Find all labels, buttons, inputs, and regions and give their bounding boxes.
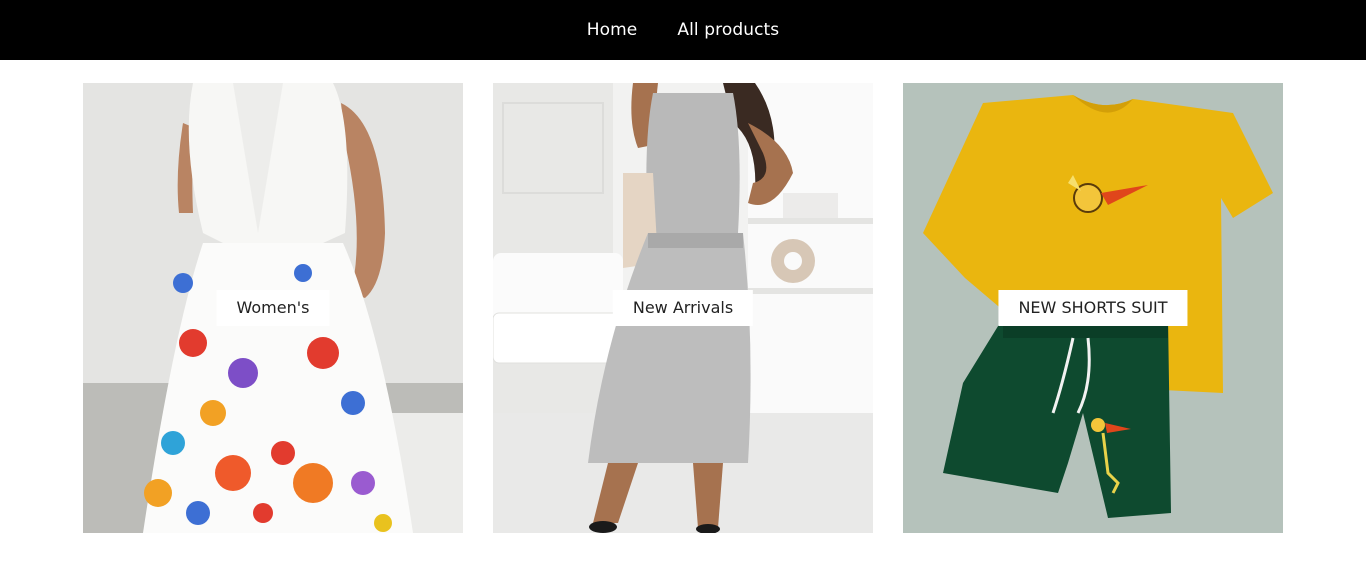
collection-label: Women's bbox=[216, 290, 330, 326]
nav-all-products-link[interactable]: All products bbox=[677, 20, 779, 40]
collection-label: New Arrivals bbox=[612, 290, 754, 326]
collection-grid: Women's New Arrivals NEW SHORTS SUIT bbox=[83, 83, 1283, 533]
nav-home-link[interactable]: Home bbox=[587, 20, 638, 40]
site-header: Home All products bbox=[0, 0, 1366, 60]
collection-card-new-arrivals[interactable]: New Arrivals bbox=[493, 83, 873, 533]
collection-label: NEW SHORTS SUIT bbox=[998, 290, 1188, 326]
collection-card-new-shorts-suit[interactable]: NEW SHORTS SUIT bbox=[903, 83, 1283, 533]
collection-card-womens[interactable]: Women's bbox=[83, 83, 463, 533]
main-nav: Home All products bbox=[587, 20, 780, 40]
